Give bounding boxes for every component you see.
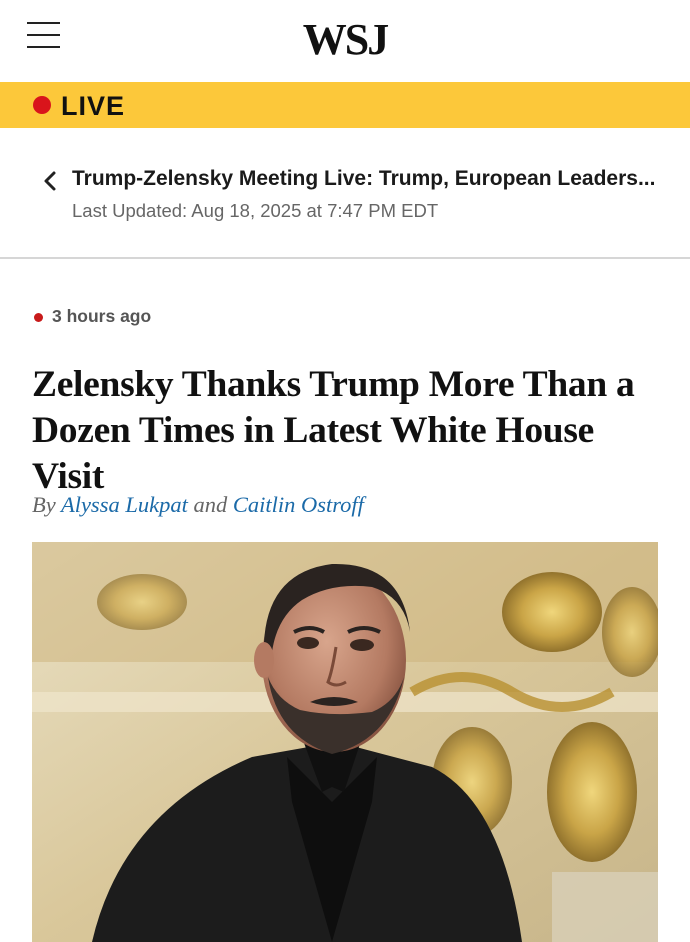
last-updated-timestamp: Last Updated: Aug 18, 2025 at 7:47 PM ED… <box>72 200 439 221</box>
top-navigation-bar: WSJ <box>0 0 690 82</box>
live-story-nav[interactable]: Trump-Zelensky Meeting Live: Trump, Euro… <box>0 128 690 259</box>
live-indicator-dot <box>33 96 51 114</box>
article-headline: Zelensky Thanks Trump More Than a Dozen … <box>32 364 635 497</box>
live-label: LIVE <box>61 91 126 121</box>
wsj-logo[interactable]: WSJ <box>0 14 690 66</box>
portrait-illustration <box>32 542 658 942</box>
byline-prefix: By <box>32 492 56 517</box>
article-photo[interactable] <box>32 542 658 942</box>
post-time-ago: 3 hours ago <box>52 306 152 326</box>
live-story-title[interactable]: Trump-Zelensky Meeting Live: Trump, Euro… <box>72 165 662 193</box>
byline: By Alyssa Lukpat and Caitlin Ostroff <box>32 489 364 521</box>
author-link-2[interactable]: Caitlin Ostroff <box>233 492 364 517</box>
author-link-1[interactable]: Alyssa Lukpat <box>61 492 188 517</box>
timestamp-dot <box>34 313 43 322</box>
chevron-left-icon[interactable] <box>40 168 62 194</box>
byline-conjunction: and <box>193 492 228 517</box>
